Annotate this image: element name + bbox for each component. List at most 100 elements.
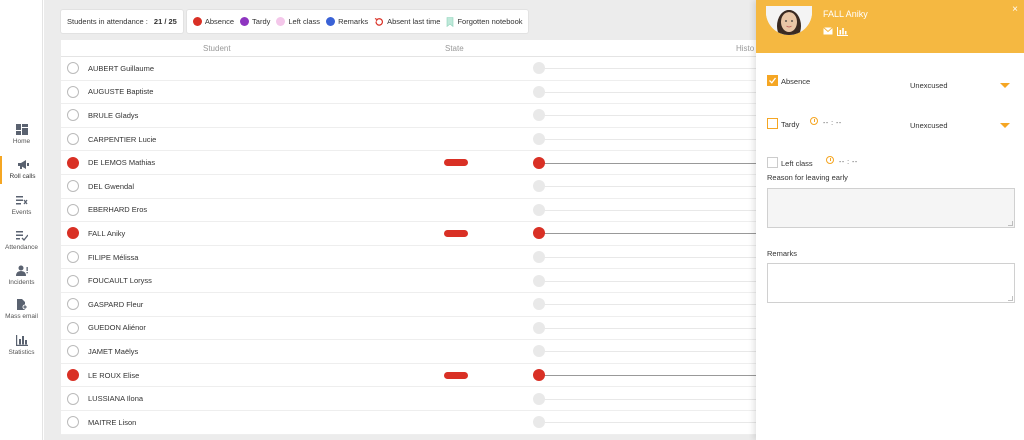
history-dot[interactable] [533,321,545,334]
reason-textarea[interactable] [767,188,1015,228]
statistics-icon[interactable] [837,27,848,36]
tardy-excuse-value: Unexcused [910,121,948,130]
table-row[interactable]: GASPARD Fleur [61,292,756,317]
student-name: LE ROUX Elise [88,370,140,380]
email-icon[interactable] [823,27,833,35]
absence-dot-icon [192,17,202,26]
sidebar-item-events[interactable]: Events [0,195,43,216]
students-table: Student State Histo AUBERT Guillaume AUGU… [61,40,756,435]
attendance-summary: Students in attendance : 21 / 25 [61,10,183,33]
attendance-toggle[interactable] [67,369,79,382]
history-line [539,209,756,211]
absence-state-bar [444,371,468,379]
student-name: DEL Gwendal [88,181,134,191]
attendance-toggle[interactable] [67,416,79,429]
history-dot[interactable] [533,156,545,169]
history-dot[interactable] [533,274,545,287]
attendance-toggle[interactable] [67,345,79,358]
student-name: FILIPE Mélissa [88,252,139,262]
sidebar-item-roll-calls[interactable]: Roll calls [0,156,43,184]
sidebar-item-incidents[interactable]: Incidents [0,265,43,286]
panel-actions [823,27,848,36]
remarks-textarea[interactable] [767,263,1015,303]
history-line [539,398,756,400]
chevron-down-icon [1000,83,1010,88]
sidebar-item-home[interactable]: Home [0,124,43,145]
table-row[interactable]: FILIPE Mélissa [61,245,756,270]
sidebar-item-label: Mass email [5,313,38,320]
history-dot[interactable] [533,62,545,75]
attendance-toggle[interactable] [67,227,79,240]
history-dot[interactable] [533,392,545,405]
attendance-toggle[interactable] [67,62,79,75]
history-dot[interactable] [533,227,545,240]
table-row[interactable]: BRULE Gladys [61,104,756,128]
history-dot[interactable] [533,85,545,98]
history-dot[interactable] [533,416,545,429]
check-icon [769,77,777,84]
attendance-toggle[interactable] [67,274,79,287]
sidebar-item-attendance[interactable]: Attendance [0,230,43,251]
history-line [539,280,756,282]
absence-checkbox[interactable] [767,75,778,86]
legend-tardy: Tardy [240,17,270,26]
attendance-toggle[interactable] [67,156,79,169]
table-row[interactable]: FOUCAULT Loryss [61,269,756,293]
attendance-toggle[interactable] [67,203,79,216]
history-dot[interactable] [533,203,545,216]
main-area: Students in attendance : 21 / 25 Absence… [44,0,756,440]
history-line [539,351,756,353]
history-dot[interactable] [533,109,545,122]
tardy-checkbox[interactable] [767,118,778,129]
attendance-toggle[interactable] [67,180,79,193]
history-dot[interactable] [533,369,545,382]
bar-chart-icon [15,335,28,346]
attendance-toggle[interactable] [67,392,79,405]
table-row[interactable]: AUBERT Guillaume [61,57,756,81]
tardy-time[interactable]: -- : -- [823,120,842,127]
absence-excuse-select[interactable]: Unexcused [908,78,1013,93]
history-dot[interactable] [533,298,545,311]
table-row[interactable]: EBERHARD Eros [61,198,756,223]
absence-state-bar [444,229,468,237]
sidebar-item-label: Attendance [5,244,38,251]
history-icon [374,17,384,26]
attendance-toggle[interactable] [67,251,79,264]
table-row[interactable]: DEL Gwendal [61,174,756,199]
table-row[interactable]: DE LEMOS Mathias [61,151,756,175]
table-row[interactable]: GUEDON Aliénor [61,316,756,341]
history-dot[interactable] [533,345,545,358]
attendance-toggle[interactable] [67,298,79,311]
history-dot[interactable] [533,251,545,264]
attendance-toggle[interactable] [67,133,79,146]
table-row[interactable]: CARPENTIER Lucie [61,127,756,152]
table-row[interactable]: JAMET Maëlys [61,340,756,364]
table-row[interactable]: FALL Aniky [61,222,756,246]
resize-grip-icon[interactable] [1008,221,1013,226]
table-row[interactable]: LUSSIANA Ilona [61,387,756,411]
history-dot[interactable] [533,133,545,146]
tardy-excuse-select[interactable]: Unexcused [908,118,1013,133]
left-class-time[interactable]: -- : -- [839,159,858,166]
resize-grip-icon[interactable] [1008,296,1013,301]
history-dot[interactable] [533,180,545,193]
bookmark-icon [447,16,454,27]
student-name: JAMET Maëlys [88,346,139,356]
table-row[interactable]: MAITRE Lison [61,410,756,435]
table-row[interactable]: LE ROUX Elise [61,363,756,388]
left-class-checkbox[interactable] [767,157,778,168]
student-name: DE LEMOS Mathias [88,158,156,168]
sidebar-item-mass-email[interactable]: Mass email [0,299,43,320]
attendance-toggle[interactable] [67,109,79,122]
close-icon[interactable]: × [1012,5,1018,15]
table-row[interactable]: AUGUSTE Baptiste [61,80,756,105]
legend-absence-label: Absence [204,17,235,26]
sidebar-item-statistics[interactable]: Statistics [0,335,43,356]
tardy-label: Tardy [781,120,800,129]
legend: Absence Tardy Left class Remarks Absent … [186,10,529,33]
document-add-icon [16,299,27,310]
attendance-toggle[interactable] [67,321,79,334]
legend-remarks-label: Remarks [338,17,369,26]
attendance-toggle[interactable] [67,85,79,98]
events-list-icon [15,196,28,205]
